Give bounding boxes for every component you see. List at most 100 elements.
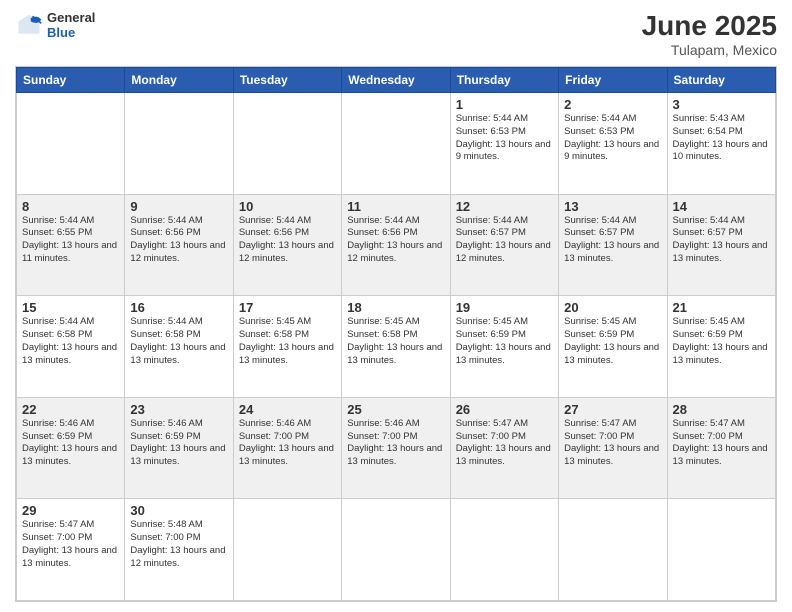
sunset: Sunset: 6:56 PM: [239, 227, 309, 238]
calendar-week-5: 29 Sunrise: 5:47 AM Sunset: 7:00 PM Dayl…: [17, 499, 776, 601]
table-row: [667, 499, 775, 601]
sunset: Sunset: 6:58 PM: [130, 329, 200, 340]
table-row: 16 Sunrise: 5:44 AM Sunset: 6:58 PM Dayl…: [125, 296, 233, 398]
sunset: Sunset: 6:53 PM: [456, 126, 526, 137]
table-row: [17, 93, 125, 195]
daylight: Daylight: 13 hours and 13 minutes.: [347, 342, 442, 366]
day-info: Sunrise: 5:45 AM Sunset: 6:59 PM Dayligh…: [564, 316, 661, 367]
daylight: Daylight: 13 hours and 13 minutes.: [22, 342, 117, 366]
day-info: Sunrise: 5:46 AM Sunset: 6:59 PM Dayligh…: [22, 418, 119, 469]
header-thursday: Thursday: [450, 68, 558, 93]
day-number: 21: [673, 300, 770, 315]
day-number: 2: [564, 97, 661, 112]
table-row: 15 Sunrise: 5:44 AM Sunset: 6:58 PM Dayl…: [17, 296, 125, 398]
day-info: Sunrise: 5:44 AM Sunset: 6:58 PM Dayligh…: [22, 316, 119, 367]
day-number: 10: [239, 199, 336, 214]
day-info: Sunrise: 5:46 AM Sunset: 7:00 PM Dayligh…: [239, 418, 336, 469]
sunrise: Sunrise: 5:45 AM: [347, 316, 419, 327]
day-number: 14: [673, 199, 770, 214]
sunset: Sunset: 6:57 PM: [673, 227, 743, 238]
table-row: 29 Sunrise: 5:47 AM Sunset: 7:00 PM Dayl…: [17, 499, 125, 601]
day-info: Sunrise: 5:45 AM Sunset: 6:58 PM Dayligh…: [239, 316, 336, 367]
table-row: 17 Sunrise: 5:45 AM Sunset: 6:58 PM Dayl…: [233, 296, 341, 398]
day-info: Sunrise: 5:44 AM Sunset: 6:56 PM Dayligh…: [239, 215, 336, 266]
table-row: [125, 93, 233, 195]
logo-blue-text: Blue: [47, 25, 95, 40]
day-number: 22: [22, 402, 119, 417]
daylight: Daylight: 13 hours and 13 minutes.: [673, 443, 768, 467]
sunrise: Sunrise: 5:45 AM: [456, 316, 528, 327]
day-number: 3: [673, 97, 770, 112]
daylight: Daylight: 13 hours and 13 minutes.: [130, 443, 225, 467]
day-info: Sunrise: 5:47 AM Sunset: 7:00 PM Dayligh…: [564, 418, 661, 469]
month-title: June 2025: [642, 10, 777, 42]
daylight: Daylight: 13 hours and 13 minutes.: [673, 240, 768, 264]
table-row: 21 Sunrise: 5:45 AM Sunset: 6:59 PM Dayl…: [667, 296, 775, 398]
day-number: 26: [456, 402, 553, 417]
table-row: 23 Sunrise: 5:46 AM Sunset: 6:59 PM Dayl…: [125, 397, 233, 499]
day-info: Sunrise: 5:48 AM Sunset: 7:00 PM Dayligh…: [130, 519, 227, 570]
day-number: 19: [456, 300, 553, 315]
daylight: Daylight: 13 hours and 13 minutes.: [22, 443, 117, 467]
daylight: Daylight: 13 hours and 12 minutes.: [130, 240, 225, 264]
day-info: Sunrise: 5:46 AM Sunset: 6:59 PM Dayligh…: [130, 418, 227, 469]
day-info: Sunrise: 5:44 AM Sunset: 6:55 PM Dayligh…: [22, 215, 119, 266]
daylight: Daylight: 13 hours and 13 minutes.: [564, 240, 659, 264]
table-row: 22 Sunrise: 5:46 AM Sunset: 6:59 PM Dayl…: [17, 397, 125, 499]
daylight: Daylight: 13 hours and 13 minutes.: [130, 342, 225, 366]
sunset: Sunset: 7:00 PM: [456, 431, 526, 442]
day-number: 27: [564, 402, 661, 417]
sunset: Sunset: 6:55 PM: [22, 227, 92, 238]
day-info: Sunrise: 5:43 AM Sunset: 6:54 PM Dayligh…: [673, 113, 770, 164]
sunset: Sunset: 7:00 PM: [22, 532, 92, 543]
table-row: 9 Sunrise: 5:44 AM Sunset: 6:56 PM Dayli…: [125, 194, 233, 296]
day-number: 29: [22, 503, 119, 518]
table-row: 8 Sunrise: 5:44 AM Sunset: 6:55 PM Dayli…: [17, 194, 125, 296]
calendar-table: Sunday Monday Tuesday Wednesday Thursday…: [16, 67, 776, 601]
table-row: 28 Sunrise: 5:47 AM Sunset: 7:00 PM Dayl…: [667, 397, 775, 499]
day-number: 30: [130, 503, 227, 518]
day-number: 23: [130, 402, 227, 417]
day-info: Sunrise: 5:47 AM Sunset: 7:00 PM Dayligh…: [456, 418, 553, 469]
logo-text: General Blue: [47, 10, 95, 40]
sunrise: Sunrise: 5:44 AM: [564, 215, 636, 226]
sunset: Sunset: 6:59 PM: [130, 431, 200, 442]
daylight: Daylight: 13 hours and 12 minutes.: [456, 240, 551, 264]
daylight: Daylight: 13 hours and 11 minutes.: [22, 240, 117, 264]
day-info: Sunrise: 5:44 AM Sunset: 6:57 PM Dayligh…: [673, 215, 770, 266]
table-row: 30 Sunrise: 5:48 AM Sunset: 7:00 PM Dayl…: [125, 499, 233, 601]
table-row: [342, 499, 450, 601]
sunset: Sunset: 6:54 PM: [673, 126, 743, 137]
location: Tulapam, Mexico: [642, 42, 777, 58]
logo-icon: [15, 11, 43, 39]
day-number: 1: [456, 97, 553, 112]
sunset: Sunset: 6:57 PM: [456, 227, 526, 238]
logo-general-text: General: [47, 10, 95, 25]
sunrise: Sunrise: 5:47 AM: [456, 418, 528, 429]
table-row: 11 Sunrise: 5:44 AM Sunset: 6:56 PM Dayl…: [342, 194, 450, 296]
page: General Blue June 2025 Tulapam, Mexico S…: [0, 0, 792, 612]
table-row: 10 Sunrise: 5:44 AM Sunset: 6:56 PM Dayl…: [233, 194, 341, 296]
sunrise: Sunrise: 5:43 AM: [673, 113, 745, 124]
calendar-week-2: 8 Sunrise: 5:44 AM Sunset: 6:55 PM Dayli…: [17, 194, 776, 296]
daylight: Daylight: 13 hours and 12 minutes.: [239, 240, 334, 264]
table-row: 1 Sunrise: 5:44 AM Sunset: 6:53 PM Dayli…: [450, 93, 558, 195]
header-sunday: Sunday: [17, 68, 125, 93]
sunrise: Sunrise: 5:44 AM: [22, 316, 94, 327]
title-block: June 2025 Tulapam, Mexico: [642, 10, 777, 58]
sunset: Sunset: 6:59 PM: [673, 329, 743, 340]
day-number: 8: [22, 199, 119, 214]
daylight: Daylight: 13 hours and 13 minutes.: [456, 342, 551, 366]
sunrise: Sunrise: 5:44 AM: [456, 215, 528, 226]
table-row: 3 Sunrise: 5:43 AM Sunset: 6:54 PM Dayli…: [667, 93, 775, 195]
daylight: Daylight: 13 hours and 12 minutes.: [130, 545, 225, 569]
table-row: 12 Sunrise: 5:44 AM Sunset: 6:57 PM Dayl…: [450, 194, 558, 296]
sunrise: Sunrise: 5:47 AM: [22, 519, 94, 530]
sunset: Sunset: 7:00 PM: [564, 431, 634, 442]
day-info: Sunrise: 5:44 AM Sunset: 6:58 PM Dayligh…: [130, 316, 227, 367]
sunset: Sunset: 7:00 PM: [239, 431, 309, 442]
sunset: Sunset: 6:56 PM: [130, 227, 200, 238]
table-row: [450, 499, 558, 601]
day-info: Sunrise: 5:45 AM Sunset: 6:59 PM Dayligh…: [456, 316, 553, 367]
sunset: Sunset: 6:58 PM: [347, 329, 417, 340]
